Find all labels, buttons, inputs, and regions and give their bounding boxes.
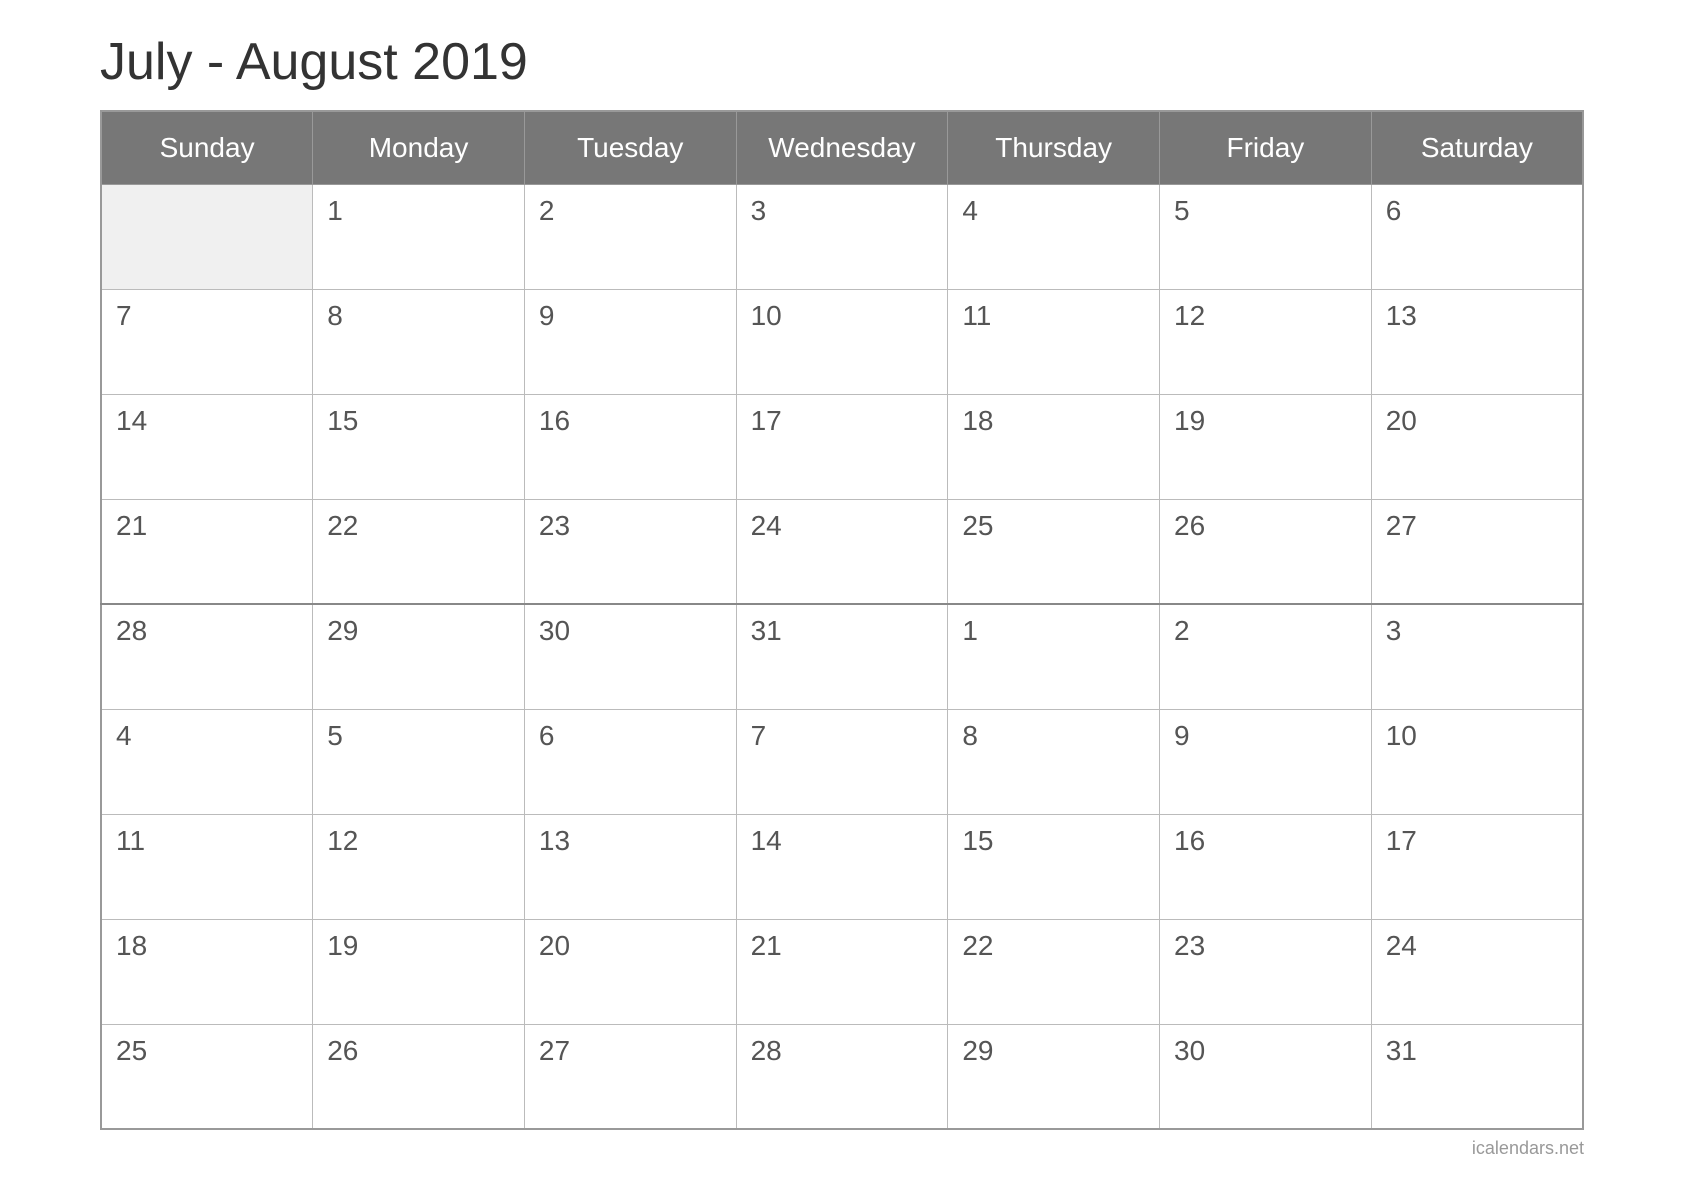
calendar-day-cell: 30 (1160, 1024, 1372, 1129)
calendar-day-cell: 15 (948, 814, 1160, 919)
calendar-week-row: 45678910 (101, 709, 1583, 814)
calendar-day-cell: 4 (948, 184, 1160, 289)
calendar-week-row: 25262728293031 (101, 1024, 1583, 1129)
calendar-day-cell: 23 (524, 499, 736, 604)
calendar-day-cell: 18 (101, 919, 313, 1024)
calendar-week-row: 123456 (101, 184, 1583, 289)
day-header-wednesday: Wednesday (736, 111, 948, 185)
calendar-day-cell: 9 (524, 289, 736, 394)
calendar-day-cell: 13 (524, 814, 736, 919)
calendar-day-cell: 7 (101, 289, 313, 394)
footer-text: icalendars.net (100, 1138, 1584, 1159)
day-header-sunday: Sunday (101, 111, 313, 185)
day-header-tuesday: Tuesday (524, 111, 736, 185)
day-header-row: SundayMondayTuesdayWednesdayThursdayFrid… (101, 111, 1583, 185)
calendar-day-cell: 10 (1371, 709, 1583, 814)
calendar-day-cell: 12 (1160, 289, 1372, 394)
day-header-saturday: Saturday (1371, 111, 1583, 185)
calendar-day-cell: 29 (948, 1024, 1160, 1129)
calendar-day-cell: 2 (1160, 604, 1372, 709)
calendar-day-cell: 25 (101, 1024, 313, 1129)
calendar-day-cell: 3 (1371, 604, 1583, 709)
calendar-day-cell: 2 (524, 184, 736, 289)
calendar-day-cell: 3 (736, 184, 948, 289)
calendar-day-cell: 29 (313, 604, 525, 709)
calendar-week-row: 78910111213 (101, 289, 1583, 394)
calendar-day-cell: 28 (101, 604, 313, 709)
calendar-table: SundayMondayTuesdayWednesdayThursdayFrid… (100, 110, 1584, 1131)
calendar-week-row: 21222324252627 (101, 499, 1583, 604)
calendar-day-cell: 21 (101, 499, 313, 604)
calendar-day-cell: 17 (1371, 814, 1583, 919)
calendar-day-cell: 21 (736, 919, 948, 1024)
calendar-day-cell: 14 (736, 814, 948, 919)
calendar-week-row: 11121314151617 (101, 814, 1583, 919)
calendar-day-cell: 31 (736, 604, 948, 709)
calendar-day-cell: 28 (736, 1024, 948, 1129)
calendar-day-cell: 1 (313, 184, 525, 289)
calendar-day-cell: 20 (524, 919, 736, 1024)
calendar-day-cell: 4 (101, 709, 313, 814)
calendar-day-cell: 16 (524, 394, 736, 499)
calendar-page: July - August 2019 SundayMondayTuesdayWe… (50, 0, 1634, 1199)
calendar-week-row: 28293031123 (101, 604, 1583, 709)
calendar-day-cell: 12 (313, 814, 525, 919)
calendar-day-cell: 18 (948, 394, 1160, 499)
calendar-day-cell: 24 (736, 499, 948, 604)
calendar-day-cell: 10 (736, 289, 948, 394)
calendar-day-cell: 22 (313, 499, 525, 604)
calendar-day-cell: 8 (313, 289, 525, 394)
calendar-day-cell: 26 (313, 1024, 525, 1129)
calendar-week-row: 14151617181920 (101, 394, 1583, 499)
calendar-day-cell: 7 (736, 709, 948, 814)
calendar-day-cell (101, 184, 313, 289)
calendar-day-cell: 20 (1371, 394, 1583, 499)
calendar-day-cell: 6 (524, 709, 736, 814)
calendar-day-cell: 27 (524, 1024, 736, 1129)
calendar-day-cell: 25 (948, 499, 1160, 604)
calendar-day-cell: 16 (1160, 814, 1372, 919)
day-header-monday: Monday (313, 111, 525, 185)
calendar-day-cell: 5 (313, 709, 525, 814)
calendar-day-cell: 30 (524, 604, 736, 709)
calendar-day-cell: 23 (1160, 919, 1372, 1024)
calendar-day-cell: 17 (736, 394, 948, 499)
calendar-title: July - August 2019 (100, 32, 1584, 92)
calendar-day-cell: 31 (1371, 1024, 1583, 1129)
calendar-day-cell: 19 (313, 919, 525, 1024)
calendar-day-cell: 14 (101, 394, 313, 499)
calendar-day-cell: 6 (1371, 184, 1583, 289)
calendar-day-cell: 26 (1160, 499, 1372, 604)
calendar-week-row: 18192021222324 (101, 919, 1583, 1024)
calendar-day-cell: 15 (313, 394, 525, 499)
calendar-day-cell: 22 (948, 919, 1160, 1024)
calendar-day-cell: 13 (1371, 289, 1583, 394)
calendar-day-cell: 8 (948, 709, 1160, 814)
calendar-day-cell: 27 (1371, 499, 1583, 604)
calendar-day-cell: 19 (1160, 394, 1372, 499)
calendar-day-cell: 11 (948, 289, 1160, 394)
calendar-day-cell: 1 (948, 604, 1160, 709)
calendar-day-cell: 5 (1160, 184, 1372, 289)
calendar-day-cell: 9 (1160, 709, 1372, 814)
calendar-day-cell: 24 (1371, 919, 1583, 1024)
calendar-day-cell: 11 (101, 814, 313, 919)
day-header-friday: Friday (1160, 111, 1372, 185)
day-header-thursday: Thursday (948, 111, 1160, 185)
